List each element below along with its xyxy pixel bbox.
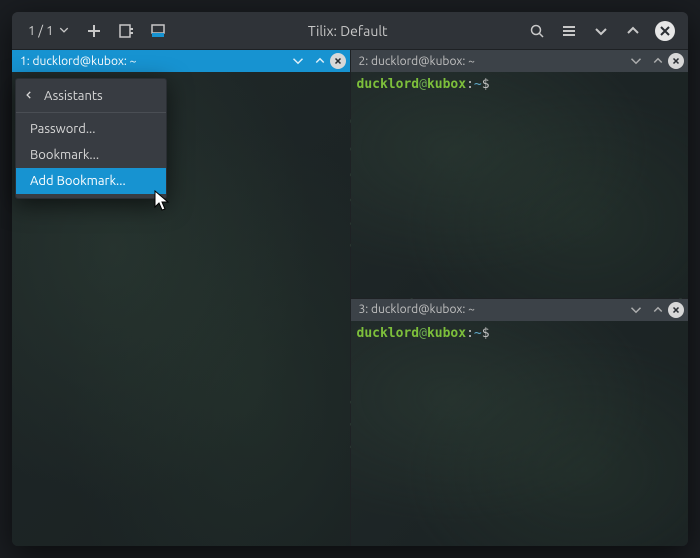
menu-item-add-bookmark[interactable]: Add Bookmark... (16, 168, 166, 194)
split-down-button[interactable] (143, 17, 173, 45)
prompt-at: @ (419, 326, 427, 341)
tab-counter-text: 1 / 1 (28, 24, 53, 38)
prompt-path: ~ (474, 326, 482, 341)
pane-title: 3: ducklord@kubox: ~ (359, 303, 623, 316)
pane-controls (650, 302, 684, 318)
menu-submenu-header[interactable]: Assistants (16, 83, 166, 109)
window-close-button[interactable] (650, 17, 680, 45)
menu-item-label: Add Bookmark... (30, 174, 126, 188)
menu-separator (16, 112, 166, 113)
close-icon (655, 21, 675, 41)
pane-close-button[interactable] (668, 53, 684, 69)
prompt-host: kubox (427, 77, 466, 92)
pane-close-button[interactable] (668, 302, 684, 318)
pane-controls (312, 53, 346, 69)
chevron-down-icon[interactable] (628, 53, 644, 69)
search-button[interactable] (522, 17, 552, 45)
new-session-button[interactable] (79, 17, 109, 45)
session-tab-counter[interactable]: 1 / 1 (20, 24, 77, 38)
maximize-pane-icon[interactable] (650, 53, 666, 69)
chevron-down-icon[interactable] (628, 302, 644, 318)
titlebar: 1 / 1 Tilix: Default (12, 12, 688, 50)
prompt-path: ~ (474, 77, 482, 92)
pane-title: 2: ducklord@kubox: ~ (359, 55, 623, 68)
maximize-button[interactable] (618, 17, 648, 45)
maximize-pane-icon[interactable] (650, 302, 666, 318)
chevron-down-icon (59, 24, 69, 38)
menu-item-bookmark[interactable]: Bookmark... (16, 142, 166, 168)
pane-close-button[interactable] (330, 53, 346, 69)
menu-submenu-label: Assistants (44, 89, 103, 103)
split-right-button[interactable] (111, 17, 141, 45)
titlebar-right (522, 17, 680, 45)
pane-header-3[interactable]: 3: ducklord@kubox: ~ (351, 299, 689, 321)
menu-button[interactable] (554, 17, 584, 45)
terminal-output[interactable]: ducklord@kubox:~$ (351, 321, 689, 547)
terminal-pane-3[interactable]: 3: ducklord@kubox: ~ ducklord@kubox:~$ (351, 299, 689, 547)
titlebar-left: 1 / 1 (20, 17, 173, 45)
prompt-symbol: $ (482, 326, 490, 341)
pane-title: 1: ducklord@kubox: ~ (20, 55, 284, 68)
pane-header-2[interactable]: 2: ducklord@kubox: ~ (351, 50, 689, 72)
menu-item-label: Bookmark... (30, 148, 99, 162)
maximize-pane-icon[interactable] (312, 53, 328, 69)
prompt-host: kubox (427, 326, 466, 341)
pane-controls (650, 53, 684, 69)
minimize-button[interactable] (586, 17, 616, 45)
pane-header-1[interactable]: 1: ducklord@kubox: ~ (12, 50, 350, 72)
chevron-down-icon[interactable] (290, 53, 306, 69)
prompt-symbol: $ (482, 77, 490, 92)
context-menu: Assistants Password... Bookmark... Add B… (15, 78, 167, 199)
prompt-at: @ (419, 77, 427, 92)
chevron-left-icon (24, 89, 34, 103)
menu-item-label: Password... (30, 122, 95, 136)
menu-item-password[interactable]: Password... (16, 116, 166, 142)
terminal-output[interactable]: ducklord@kubox:~$ (351, 72, 689, 298)
prompt-user: ducklord (357, 77, 420, 92)
terminal-pane-2[interactable]: 2: ducklord@kubox: ~ ducklord@kubox:~$ (351, 50, 689, 298)
window-title: Tilix: Default (177, 23, 518, 39)
prompt-user: ducklord (357, 326, 420, 341)
